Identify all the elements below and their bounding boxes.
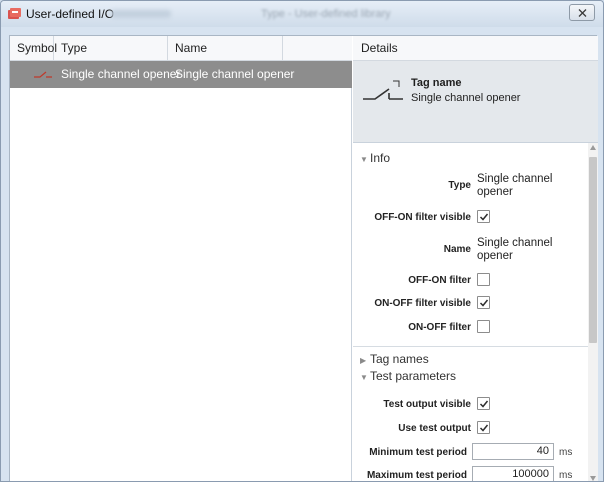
chevron-down-icon: ▼ <box>360 155 368 164</box>
prop-type-label: Type <box>448 180 471 191</box>
max-test-period-input[interactable]: 100000 <box>472 466 554 481</box>
table-row[interactable]: Single channel opener Single channel ope… <box>10 61 352 88</box>
prop-name-label: Name <box>443 244 471 255</box>
vertical-scrollbar[interactable] <box>588 143 598 481</box>
min-period-unit: ms <box>559 447 573 458</box>
tag-name-label: Tag name <box>411 77 462 89</box>
switch-opener-icon <box>363 80 403 100</box>
prop-offon-visible-label: OFF-ON filter visible <box>374 212 471 223</box>
onoff-filter-checkbox[interactable] <box>477 320 490 333</box>
user-defined-io-window: User-defined I/O Type - User-defined lib… <box>0 0 604 482</box>
tag-name-value: Single channel opener <box>411 92 521 104</box>
prop-test-output-visible-label: Test output visible <box>383 399 471 410</box>
prop-type-value: Single channel opener <box>477 173 553 198</box>
checkmark-icon <box>479 213 489 221</box>
section-divider <box>353 346 588 347</box>
section-info-label: Info <box>370 151 391 165</box>
min-test-period-input[interactable]: 40 <box>472 443 554 460</box>
table-header: Symbol Type Name <box>10 36 352 61</box>
prop-use-test-output-label: Use test output <box>398 423 471 434</box>
scrollbar-thumb[interactable] <box>589 157 597 343</box>
checkmark-icon <box>479 299 489 307</box>
column-header-name[interactable]: Name <box>168 36 283 61</box>
column-header-type[interactable]: Type <box>54 36 168 61</box>
use-test-output-checkbox[interactable] <box>477 421 490 434</box>
onoff-filter-visible-checkbox[interactable] <box>477 296 490 309</box>
client-area: Symbol Type Name Single channel opener S… <box>9 35 598 481</box>
prop-onoff-visible-label: ON-OFF filter visible <box>374 298 471 309</box>
window-title: User-defined I/O <box>26 7 115 21</box>
section-tag-names-label: Tag names <box>370 352 429 366</box>
title-blur-decor <box>111 10 171 18</box>
properties-scroll-area[interactable]: ▼ Info Type Single channel opener OFF-ON … <box>353 143 598 481</box>
cell-type: Single channel opener <box>61 67 181 81</box>
io-table[interactable]: Symbol Type Name Single channel opener S… <box>10 36 352 481</box>
prop-onoff-filter-label: ON-OFF filter <box>408 322 471 333</box>
section-test-parameters-label: Test parameters <box>370 369 457 383</box>
close-button[interactable] <box>569 4 595 21</box>
column-header-extra[interactable] <box>283 36 352 61</box>
checkmark-icon <box>479 424 489 432</box>
close-icon <box>578 9 587 17</box>
section-tag-names-toggle[interactable]: ▶ Tag names <box>360 352 429 366</box>
offon-filter-checkbox[interactable] <box>477 273 490 286</box>
app-icon <box>8 8 21 19</box>
section-info-toggle[interactable]: ▼ Info <box>360 151 390 165</box>
checkmark-icon <box>479 400 489 408</box>
cell-name: Single channel opener <box>175 67 295 81</box>
chevron-down-icon: ▼ <box>360 373 368 382</box>
prop-offon-filter-label: OFF-ON filter <box>408 275 471 286</box>
test-output-visible-checkbox[interactable] <box>477 397 490 410</box>
offon-filter-visible-checkbox[interactable] <box>477 210 490 223</box>
switch-opener-icon <box>34 71 52 78</box>
max-period-unit: ms <box>559 470 573 481</box>
scroll-up-icon[interactable] <box>590 145 596 150</box>
section-test-parameters-toggle[interactable]: ▼ Test parameters <box>360 369 456 383</box>
details-pane: Details Tag name Single channel opener ▼… <box>353 36 598 481</box>
tag-summary: Tag name Single channel opener <box>353 61 598 143</box>
prop-name-value: Single channel opener <box>477 237 553 262</box>
scroll-down-icon[interactable] <box>590 476 596 481</box>
prop-min-period-label: Minimum test period <box>369 447 467 458</box>
window-subtitle: Type - User-defined library <box>261 8 391 20</box>
prop-max-period-label: Maximum test period <box>366 470 467 481</box>
column-header-symbol[interactable]: Symbol <box>10 36 57 61</box>
title-bar[interactable]: User-defined I/O Type - User-defined lib… <box>1 1 603 27</box>
chevron-right-icon: ▶ <box>360 356 367 365</box>
details-header: Details <box>353 36 598 61</box>
